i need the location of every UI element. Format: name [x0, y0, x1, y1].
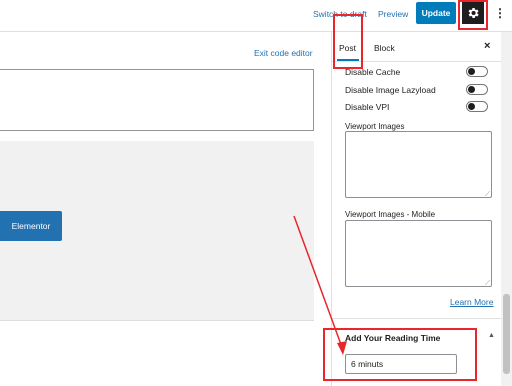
- annotation-arrow: [293, 215, 347, 355]
